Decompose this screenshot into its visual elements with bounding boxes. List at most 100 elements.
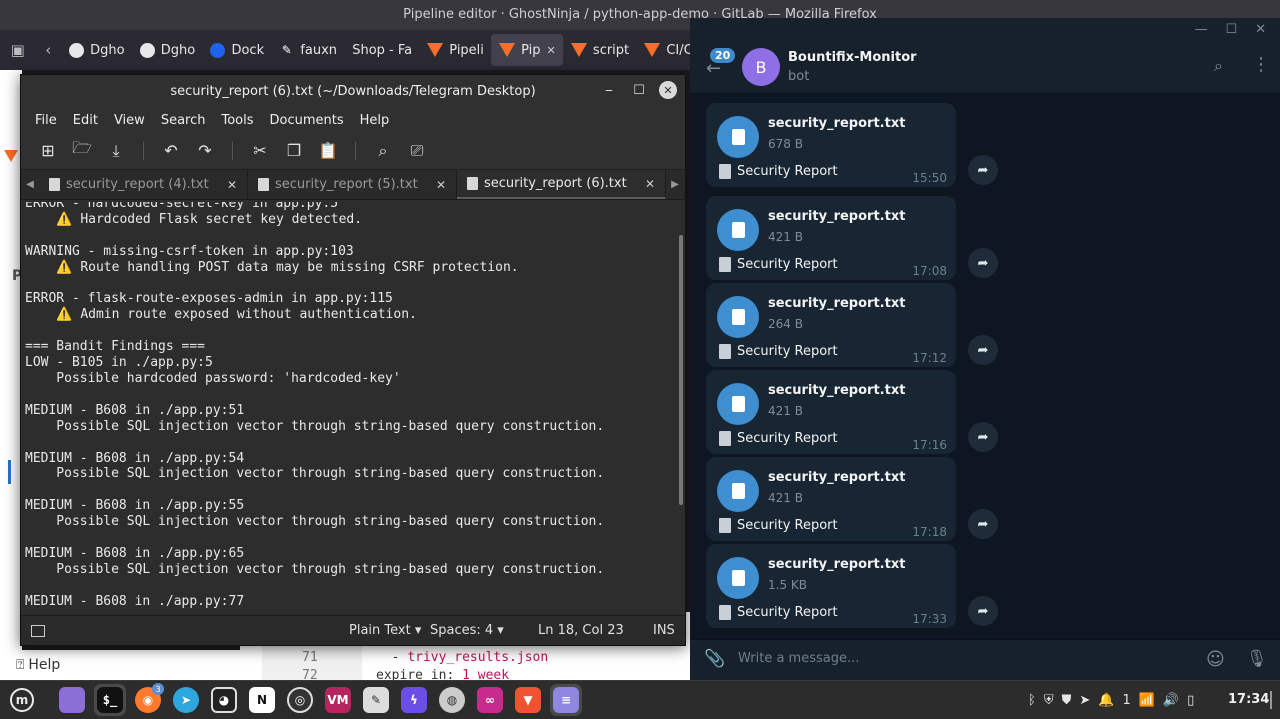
notes-app-icon[interactable]: ✎: [360, 684, 392, 716]
more-options-icon[interactable]: ⋮: [1252, 54, 1270, 75]
file-name[interactable]: security_report.txt: [768, 116, 905, 131]
copy-icon[interactable]: ❐: [277, 136, 311, 166]
wifi-icon[interactable]: 📶: [1139, 693, 1155, 708]
obs-app-icon[interactable]: ◍: [436, 684, 468, 716]
close-icon[interactable]: ✕: [1255, 22, 1266, 37]
notification-icon[interactable]: 🔔: [1098, 693, 1114, 708]
chromium-app-icon[interactable]: ◎: [284, 684, 316, 716]
file-name[interactable]: security_report.txt: [768, 296, 905, 311]
menu-documents[interactable]: Documents: [262, 113, 352, 128]
firefox-tab-active[interactable]: Pip ✕: [491, 34, 563, 66]
show-desktop-handle[interactable]: [1270, 691, 1272, 709]
attach-icon[interactable]: 📎: [704, 649, 725, 669]
firefox-tab[interactable]: Pipeli: [419, 34, 491, 66]
firefox-tab[interactable]: Dgho: [132, 34, 203, 66]
forward-icon[interactable]: ➦: [968, 335, 998, 365]
chat-name[interactable]: Bountifix-Monitor: [788, 50, 917, 65]
tab-width-selector[interactable]: Spaces: 4 ▾: [430, 623, 504, 638]
forward-icon[interactable]: ➦: [968, 422, 998, 452]
file-message[interactable]: security_report.txt 264 B Security Repor…: [706, 283, 956, 367]
file-name[interactable]: security_report.txt: [768, 383, 905, 398]
firefox-tab[interactable]: Dgho: [61, 34, 132, 66]
terminal-app-icon[interactable]: $_: [94, 684, 126, 716]
file-icon[interactable]: [717, 209, 759, 251]
telegram-tray-icon[interactable]: ➤: [1079, 693, 1090, 708]
telegram-app-icon[interactable]: ➤: [170, 684, 202, 716]
redo-icon[interactable]: ↷: [188, 136, 222, 166]
emoji-icon[interactable]: ☺: [1206, 649, 1225, 670]
bluetooth-icon[interactable]: ᛒ: [1028, 693, 1036, 708]
editor-text-area[interactable]: ERROR - hardcoded-secret-key in app.py:5…: [21, 202, 677, 612]
file-message[interactable]: security_report.txt 1.5 KB Security Repo…: [706, 544, 956, 628]
document-tab[interactable]: security_report (5).txt ✕: [248, 170, 457, 199]
menu-help[interactable]: Help: [352, 113, 398, 128]
editor-scrollbar[interactable]: [679, 235, 683, 505]
search-icon[interactable]: ⌕: [1214, 56, 1223, 76]
file-name[interactable]: security_report.txt: [768, 209, 905, 224]
file-icon[interactable]: [717, 557, 759, 599]
file-icon[interactable]: [717, 470, 759, 512]
firefox-tab[interactable]: Dock: [202, 34, 271, 66]
file-message[interactable]: security_report.txt 421 B Security Repor…: [706, 196, 956, 280]
menu-view[interactable]: View: [106, 113, 153, 128]
search-icon[interactable]: ⌕: [366, 136, 400, 166]
file-icon[interactable]: [717, 296, 759, 338]
find-replace-icon[interactable]: ⎚: [400, 136, 434, 166]
language-selector[interactable]: Plain Text ▾: [349, 623, 421, 638]
file-icon[interactable]: [717, 383, 759, 425]
infinity-app-icon[interactable]: ∞: [474, 684, 506, 716]
sidebar-item-icon[interactable]: [8, 460, 11, 484]
message-input[interactable]: Write a message...: [738, 651, 859, 666]
text-editor-app-icon[interactable]: ≡: [550, 684, 582, 716]
maximize-icon[interactable]: ☐: [1225, 22, 1237, 37]
file-message[interactable]: security_report.txt 678 B Security Repor…: [706, 103, 956, 187]
clock[interactable]: 17:34: [1228, 692, 1269, 707]
document-tab[interactable]: security_report (4).txt ✕: [39, 170, 248, 199]
tab-scroll-left-icon[interactable]: ◀: [21, 170, 39, 199]
start-menu-icon[interactable]: m: [10, 688, 34, 712]
tab-scroll-right-icon[interactable]: ▶: [666, 170, 684, 199]
file-message[interactable]: security_report.txt 421 B Security Repor…: [706, 457, 956, 541]
close-icon[interactable]: ✕: [659, 81, 677, 99]
update-shield-icon[interactable]: ⛊: [1062, 693, 1072, 708]
document-tab-active[interactable]: security_report (6).txt ✕: [457, 170, 666, 199]
menu-edit[interactable]: Edit: [65, 113, 106, 128]
file-message[interactable]: security_report.txt 421 B Security Repor…: [706, 370, 956, 454]
files-app-icon[interactable]: [56, 684, 88, 716]
maximize-icon[interactable]: ☐: [629, 80, 649, 100]
firefox-tab[interactable]: script: [563, 34, 636, 66]
avatar[interactable]: B: [742, 48, 780, 86]
cut-icon[interactable]: ✂: [243, 136, 277, 166]
new-document-icon[interactable]: ⊞: [31, 136, 65, 166]
volume-icon[interactable]: 🔊: [1163, 693, 1179, 708]
close-tab-icon[interactable]: ✕: [645, 177, 655, 191]
file-name[interactable]: security_report.txt: [768, 557, 905, 572]
microphone-icon[interactable]: 🎙: [1246, 649, 1268, 669]
firefox-app-icon[interactable]: ◉ 3: [132, 683, 164, 716]
file-name[interactable]: security_report.txt: [768, 470, 905, 485]
forward-icon[interactable]: ➦: [968, 596, 998, 626]
save-icon[interactable]: ⤓: [99, 136, 133, 166]
firefox-tab[interactable]: Shop - Fa: [344, 34, 419, 66]
close-icon[interactable]: ✕: [547, 44, 556, 57]
close-tab-icon[interactable]: ✕: [436, 178, 446, 192]
forward-icon[interactable]: ➦: [968, 155, 998, 185]
discord-app-icon[interactable]: ◕: [208, 684, 240, 716]
proton-app-icon[interactable]: ϟ: [398, 684, 430, 716]
open-folder-icon[interactable]: 🗁: [65, 136, 99, 166]
message-list[interactable]: security_report.txt 678 B Security Repor…: [690, 94, 1280, 639]
battery-icon[interactable]: ▯: [1187, 693, 1194, 708]
paste-icon[interactable]: 📋: [311, 136, 345, 166]
file-icon[interactable]: [717, 116, 759, 158]
firefox-tab[interactable]: ✎ fauxn: [271, 34, 344, 66]
help-link[interactable]: ⍰ Help: [0, 650, 240, 680]
minimize-icon[interactable]: ⎯: [599, 80, 619, 100]
side-panel-icon[interactable]: [31, 624, 45, 637]
menu-tools[interactable]: Tools: [213, 113, 261, 128]
close-tab-icon[interactable]: ✕: [227, 178, 237, 192]
menu-file[interactable]: File: [27, 113, 65, 128]
shield-icon[interactable]: ⛨: [1044, 693, 1054, 708]
menu-search[interactable]: Search: [153, 113, 214, 128]
tab-overview-icon[interactable]: ▣: [0, 30, 35, 70]
notion-app-icon[interactable]: N: [246, 684, 278, 716]
